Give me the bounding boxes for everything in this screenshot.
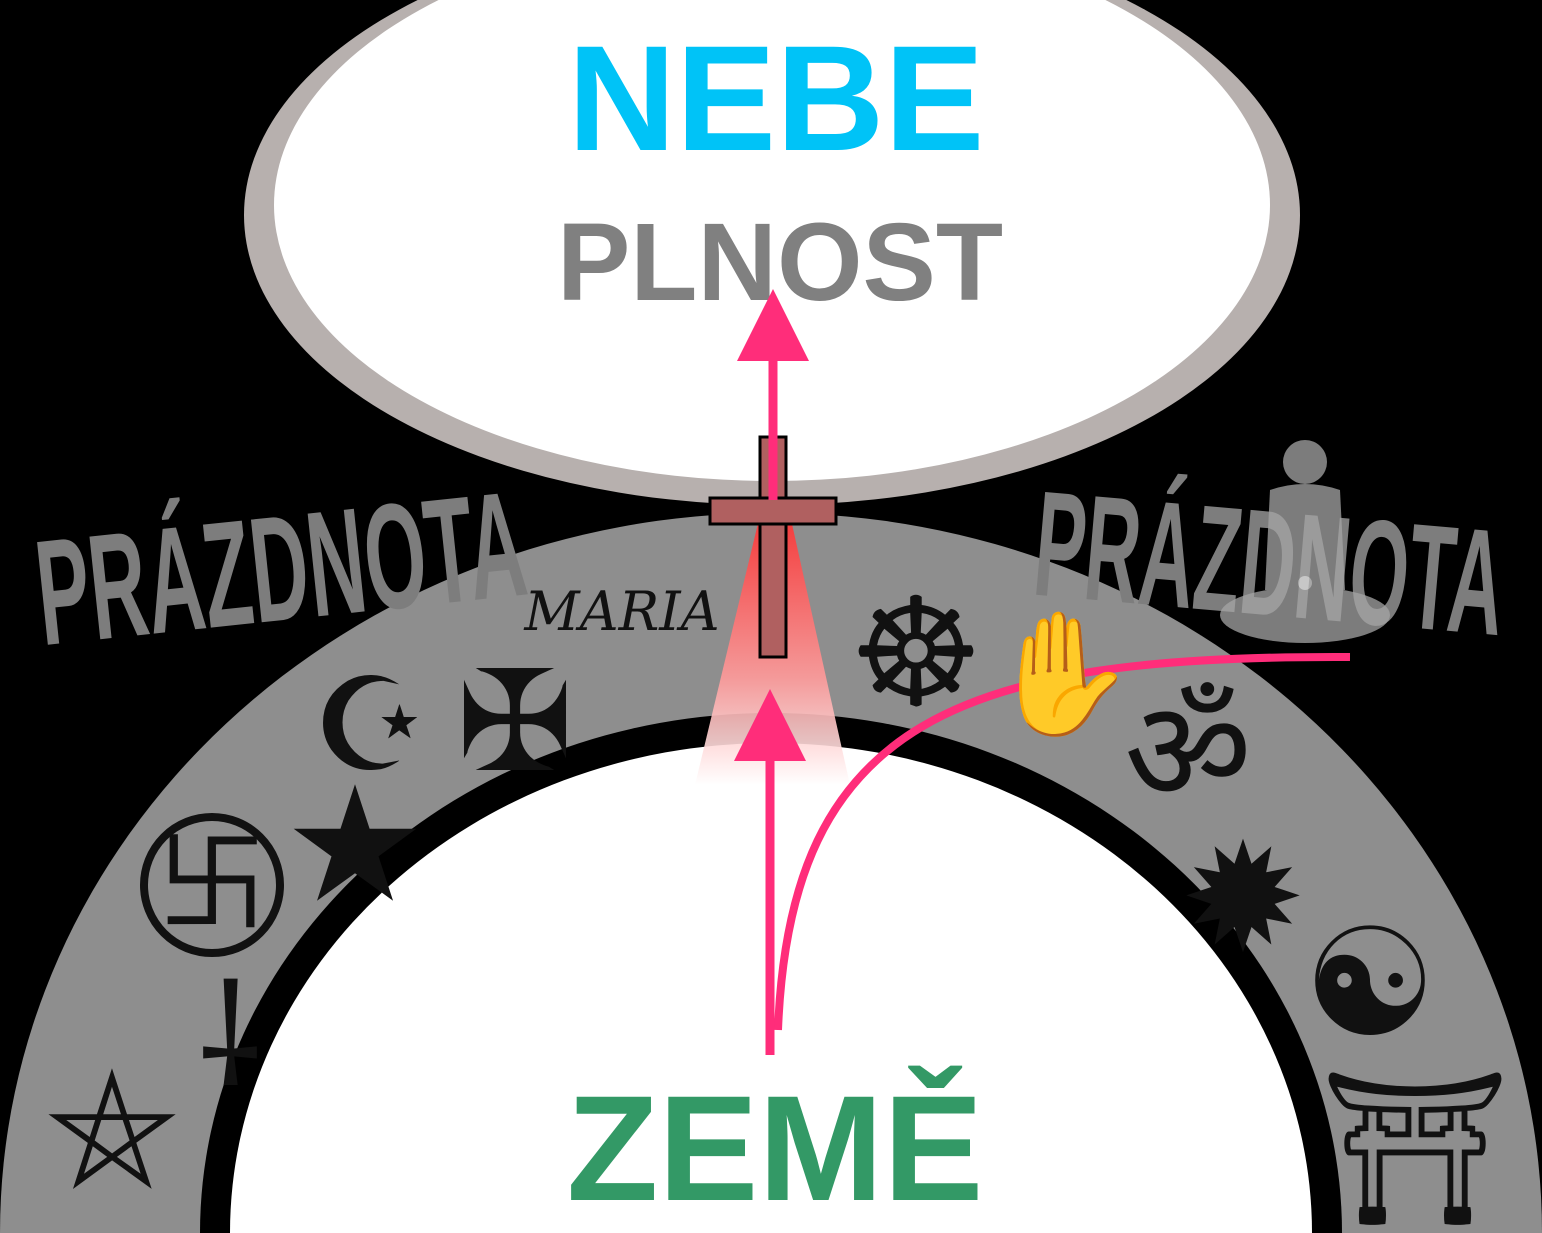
yin-yang-icon: ☯: [1303, 897, 1437, 1071]
black-star-icon: ★: [283, 751, 426, 938]
heaven-label: NEBE: [568, 14, 985, 182]
earth-label: ZEMĚ: [567, 1064, 984, 1232]
fullness-label: PLNOST: [557, 201, 1003, 324]
dharma-wheel-icon: ☸: [849, 567, 983, 741]
maria-monogram-icon: MARIA: [523, 580, 719, 643]
swastika-circle-icon: 卐: [157, 820, 267, 948]
maltese-cross-icon: ✠: [456, 641, 573, 804]
diagram-canvas: PRÁZDNOTA PRÁZDNOTA NEBE PLNOST ZEMĚ MAR…: [0, 0, 1542, 1233]
jain-hand-icon: ✋: [987, 605, 1136, 744]
om-icon: ॐ: [1124, 671, 1252, 834]
nine-point-star-icon: ✹: [1180, 812, 1306, 986]
torii-gate-icon: ⛩: [1320, 1062, 1510, 1233]
inverted-cross-icon: ⸸: [197, 956, 263, 1119]
pentagram-icon: ⛤: [48, 1036, 176, 1223]
